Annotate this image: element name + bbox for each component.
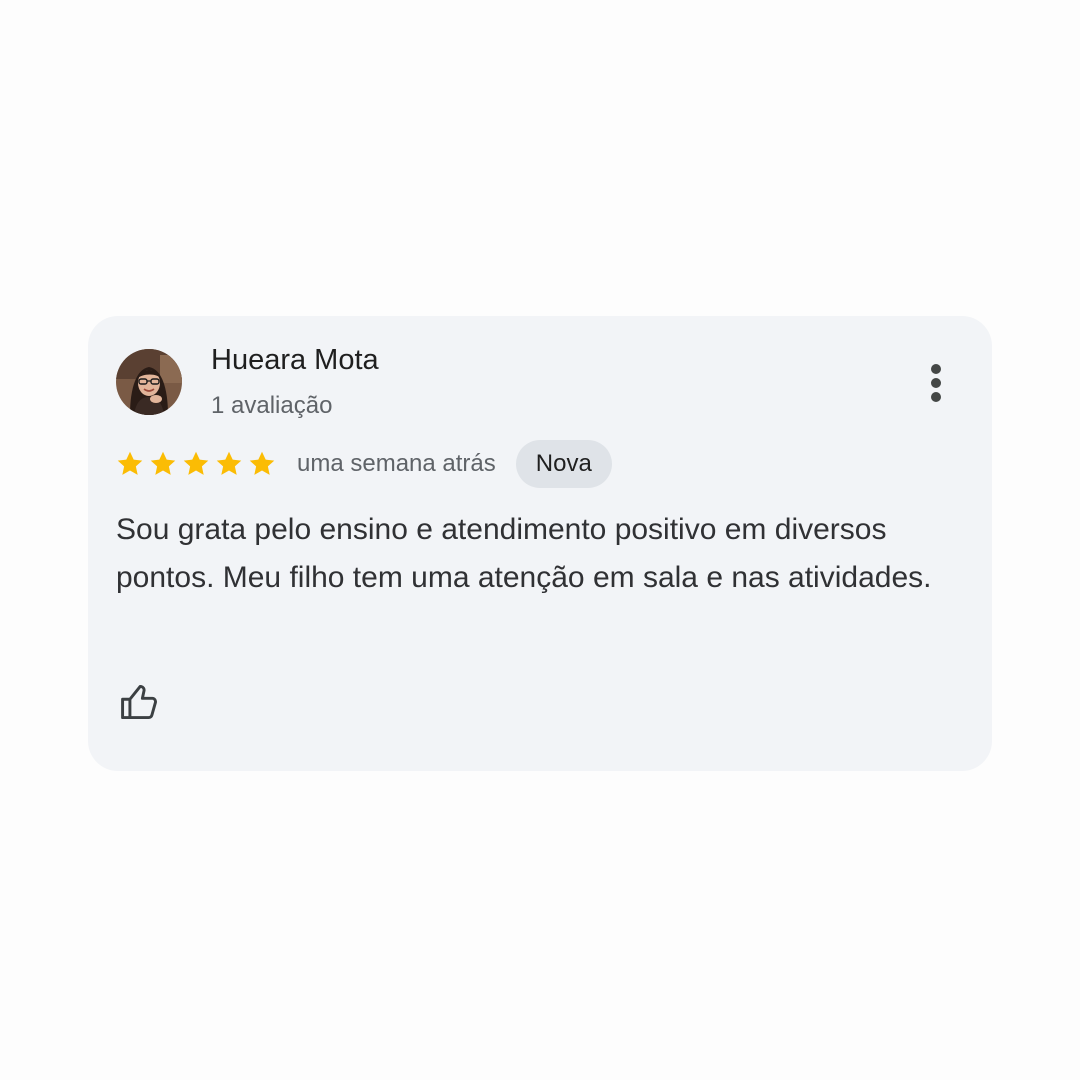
more-vertical-icon: [931, 364, 941, 402]
avatar-photo: [116, 349, 182, 415]
avatar[interactable]: [116, 349, 182, 415]
star-icon: [183, 451, 209, 475]
review-text: Sou grata pelo ensino e atendimento posi…: [116, 513, 932, 594]
review-card: Hueara Mota 1 avaliação uma semana atrás…: [88, 316, 992, 771]
rating-row: uma semana atrás Nova: [115, 440, 612, 488]
star-icon: [150, 451, 176, 475]
new-badge: Nova: [515, 440, 612, 488]
star-icon: [216, 451, 242, 475]
review-time: uma semana atrás: [297, 450, 496, 477]
more-options-button[interactable]: [916, 356, 956, 410]
author-name[interactable]: Hueara Mota: [211, 344, 379, 377]
star-rating: [115, 449, 277, 479]
review-count: 1 avaliação: [211, 392, 333, 419]
star-icon: [117, 451, 143, 475]
like-button[interactable]: [114, 676, 166, 728]
star-icon: [249, 451, 275, 475]
thumbs-up-icon: [121, 684, 157, 720]
